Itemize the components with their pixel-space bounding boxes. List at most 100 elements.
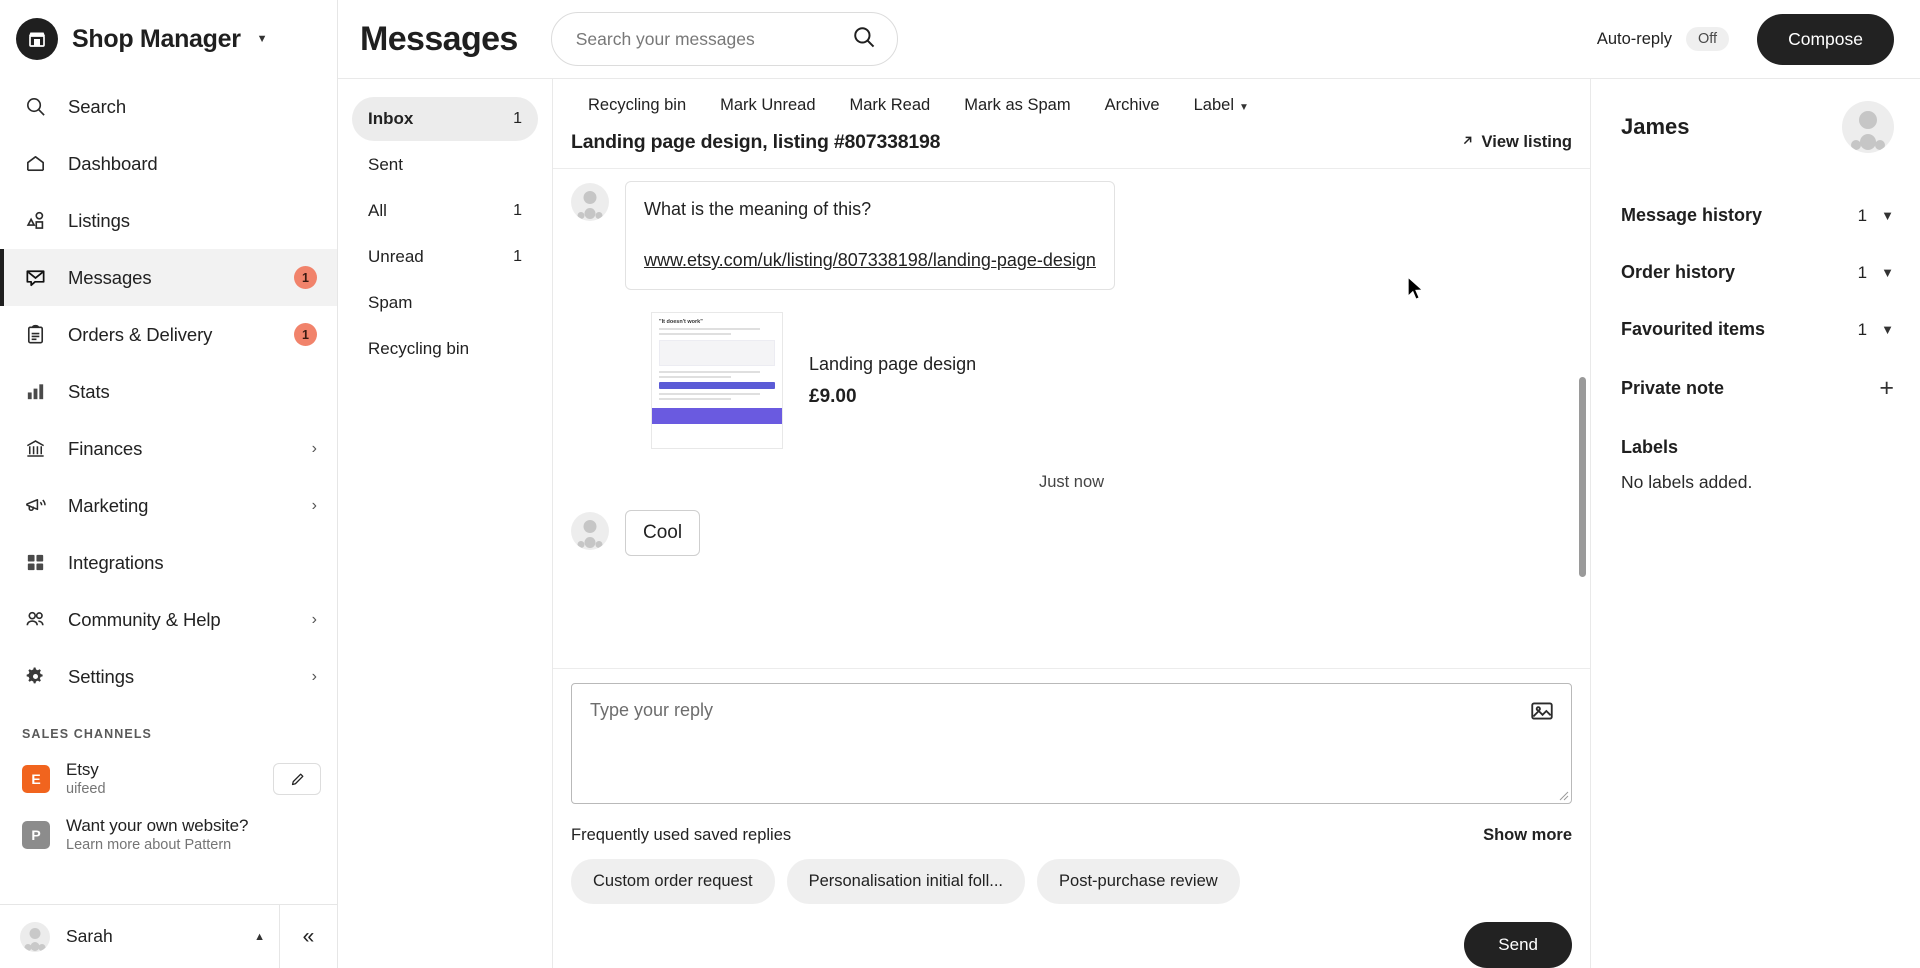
folder-all[interactable]: All 1 xyxy=(352,189,538,233)
contact-name: James xyxy=(1621,114,1690,139)
saved-reply-chip[interactable]: Personalisation initial foll... xyxy=(786,859,1026,904)
listing-name: Landing page design xyxy=(809,353,977,374)
brand-title: Shop Manager xyxy=(72,24,241,53)
home-icon xyxy=(22,151,48,177)
user-menu[interactable]: Sarah ▲ xyxy=(0,905,279,968)
detail-row-favourited-items[interactable]: Favourited items 1 ▼ xyxy=(1621,301,1894,358)
sidebar-item-dashboard[interactable]: Dashboard xyxy=(0,135,337,192)
folder-label: Recycling bin xyxy=(368,339,470,358)
folder-label: Unread xyxy=(368,247,424,266)
sidebar-item-settings[interactable]: Settings › xyxy=(0,648,337,705)
folder-unread[interactable]: Unread 1 xyxy=(352,235,538,279)
sidebar-item-stats[interactable]: Stats xyxy=(0,363,337,420)
detail-row-private-note[interactable]: Private note + xyxy=(1621,358,1894,419)
action-mark-read[interactable]: Mark Read xyxy=(833,96,948,115)
detail-row-order-history[interactable]: Order history 1 ▼ xyxy=(1621,244,1894,301)
labels-empty-state: No labels added. xyxy=(1621,472,1753,492)
folder-label: Inbox xyxy=(368,109,414,128)
folder-count: 1 xyxy=(513,110,522,127)
content-region: Inbox 1 Sent All 1 Unread 1 Spam Recycli… xyxy=(338,79,1920,968)
sidebar-item-community-help[interactable]: Community & Help › xyxy=(0,591,337,648)
auto-reply-toggle[interactable]: Off xyxy=(1686,27,1730,51)
sidebar-item-messages[interactable]: Messages 1 xyxy=(0,249,337,306)
message-timestamp: Just now xyxy=(1038,473,1105,492)
detail-label: Private note xyxy=(1621,378,1725,398)
sidebar-item-integrations[interactable]: Integrations xyxy=(0,534,337,591)
detail-count: 1 xyxy=(1857,205,1868,225)
thumb-line xyxy=(659,328,761,331)
saved-reply-chip[interactable]: Post-purchase review xyxy=(1037,859,1240,904)
conversation-scrollbar[interactable] xyxy=(1579,377,1586,577)
action-mark-as-spam[interactable]: Mark as Spam xyxy=(947,96,1087,115)
thumb-line xyxy=(659,398,731,401)
user-name: Sarah xyxy=(66,926,113,946)
reply-composer: Frequently used saved replies Show more … xyxy=(553,668,1590,968)
collapse-sidebar-button[interactable]: « xyxy=(279,905,337,968)
sidebar-item-label: Dashboard xyxy=(68,152,158,174)
envelope-icon xyxy=(22,265,48,291)
sidebar-item-search[interactable]: Search xyxy=(0,78,337,135)
channel-text: Etsy uifeed xyxy=(66,759,257,799)
sidebar-item-finances[interactable]: Finances › xyxy=(0,420,337,477)
pencil-icon xyxy=(291,773,303,785)
top-bar-actions: Auto-reply Off Compose xyxy=(1597,13,1894,65)
show-more-button[interactable]: Show more xyxy=(1483,826,1572,845)
edit-shop-button[interactable] xyxy=(273,763,321,796)
message-reply: Cool xyxy=(571,510,1572,557)
reply-input[interactable] xyxy=(590,698,1553,789)
saved-reply-chip[interactable]: Custom order request xyxy=(571,859,775,904)
action-mark-unread[interactable]: Mark Unread xyxy=(703,96,832,115)
image-icon[interactable] xyxy=(1527,696,1557,726)
channel-subtitle: Learn more about Pattern xyxy=(66,837,232,854)
contact-header: James xyxy=(1621,101,1894,153)
sidebar-item-label: Settings xyxy=(68,665,135,687)
detail-row-message-history[interactable]: Message history 1 ▼ xyxy=(1621,187,1894,244)
sidebar-item-listings[interactable]: Listings xyxy=(0,192,337,249)
thread-toolbar: Recycling bin Mark Unread Mark Read Mark… xyxy=(553,79,1590,131)
message-text: Cool xyxy=(625,510,701,557)
compose-button[interactable]: Compose xyxy=(1757,13,1894,65)
folder-recycling-bin[interactable]: Recycling bin xyxy=(352,327,538,371)
folder-sent[interactable]: Sent xyxy=(352,143,538,187)
sales-channel-pattern[interactable]: P Want your own website? Learn more abou… xyxy=(0,807,337,863)
brand-header[interactable]: Shop Manager ▼ xyxy=(0,0,337,78)
search-icon[interactable] xyxy=(851,24,877,55)
avatar xyxy=(1842,101,1894,153)
action-archive[interactable]: Archive xyxy=(1088,96,1177,115)
folder-count: 1 xyxy=(513,202,522,219)
etsy-badge-icon: E xyxy=(22,765,50,794)
resize-grip[interactable] xyxy=(1557,789,1569,801)
send-button[interactable]: Send xyxy=(1464,922,1572,968)
status-badge: 1 xyxy=(294,266,317,289)
action-label-text: Label xyxy=(1193,95,1234,114)
search-input[interactable] xyxy=(575,28,851,50)
messages-list: What is the meaning of this? www.etsy.co… xyxy=(553,169,1590,668)
search-bar[interactable] xyxy=(550,12,898,66)
action-recycling-bin[interactable]: Recycling bin xyxy=(571,96,703,115)
folder-count: 1 xyxy=(513,248,522,265)
action-label[interactable]: Label ▼ xyxy=(1177,96,1266,115)
plus-icon[interactable]: + xyxy=(1879,376,1894,401)
status-badge: 1 xyxy=(294,323,317,346)
grid-icon xyxy=(22,550,48,576)
sidebar-item-label: Orders & Delivery xyxy=(68,323,213,345)
listing-thumbnail[interactable]: "It doesn't work" xyxy=(651,312,783,450)
chevron-down-icon: ▼ xyxy=(1881,208,1894,223)
thumb-footer-bar xyxy=(652,408,782,425)
reply-box[interactable] xyxy=(571,683,1572,804)
folder-inbox[interactable]: Inbox 1 xyxy=(352,97,538,141)
view-listing-link[interactable]: View listing xyxy=(1460,133,1572,153)
detail-count: 1 xyxy=(1857,319,1868,339)
sales-channel-etsy[interactable]: E Etsy uifeed xyxy=(0,751,337,807)
chevron-down-icon: ▼ xyxy=(1881,265,1894,280)
saved-reply-chips: Custom order request Personalisation ini… xyxy=(571,859,1572,904)
listing-card: "It doesn't work" Landing page design £9… xyxy=(651,312,1572,450)
thumb-line xyxy=(659,371,761,374)
sidebar-item-marketing[interactable]: Marketing › xyxy=(0,477,337,534)
folder-spam[interactable]: Spam xyxy=(352,281,538,325)
view-listing-label: View listing xyxy=(1481,133,1572,151)
message-link[interactable]: www.etsy.com/uk/listing/807338198/landin… xyxy=(644,250,1096,271)
sidebar-item-orders-delivery[interactable]: Orders & Delivery 1 xyxy=(0,306,337,363)
thumb-line xyxy=(659,376,731,379)
arrow-up-right-icon xyxy=(1460,133,1475,153)
